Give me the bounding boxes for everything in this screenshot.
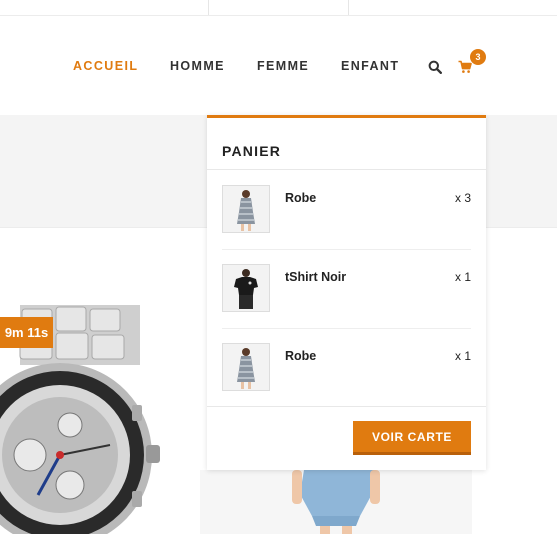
nav-item-enfant[interactable]: ENFANT (341, 59, 399, 73)
divider (207, 169, 486, 170)
cart-dropdown-title: PANIER (222, 143, 282, 159)
dress-thumbnail[interactable] (222, 343, 270, 391)
cart-item-name[interactable]: Robe (285, 349, 316, 363)
dress-thumbnail[interactable] (222, 185, 270, 233)
cart-item-name[interactable]: tShirt Noir (285, 270, 346, 284)
countdown-timer: 9m 11s (0, 317, 53, 348)
cart-count-badge: 3 (470, 49, 486, 65)
cart-item[interactable]: Robe x 3 (222, 171, 471, 250)
cart-item-name[interactable]: Robe (285, 191, 316, 205)
cart-item-quantity: x 1 (454, 349, 471, 363)
tshirt-thumbnail[interactable] (222, 264, 270, 312)
shopping-cart-icon[interactable] (458, 60, 472, 74)
nav-item-femme[interactable]: FEMME (257, 59, 309, 73)
dress-product-image[interactable] (200, 470, 472, 534)
top-strip (0, 0, 557, 16)
nav-item-homme[interactable]: HOMME (170, 59, 225, 73)
cart-item[interactable]: tShirt Noir x 1 (222, 250, 471, 329)
cart-item[interactable]: Robe x 1 (222, 329, 471, 408)
cart-dropdown: PANIER Robe x 3 tShirt Noir x 1 Robe x 1… (207, 115, 486, 470)
main-navigation: ACCUEIL HOMME FEMME ENFANT 3 (0, 16, 557, 115)
divider (207, 406, 486, 407)
nav-item-accueil[interactable]: ACCUEIL (73, 59, 138, 73)
cart-item-quantity: x 3 (454, 191, 471, 205)
search-icon[interactable] (428, 60, 442, 74)
view-cart-button[interactable]: VOIR CARTE (353, 421, 471, 455)
top-strip-divider (208, 0, 209, 15)
top-strip-divider (348, 0, 349, 15)
cart-item-quantity: x 1 (454, 270, 471, 284)
